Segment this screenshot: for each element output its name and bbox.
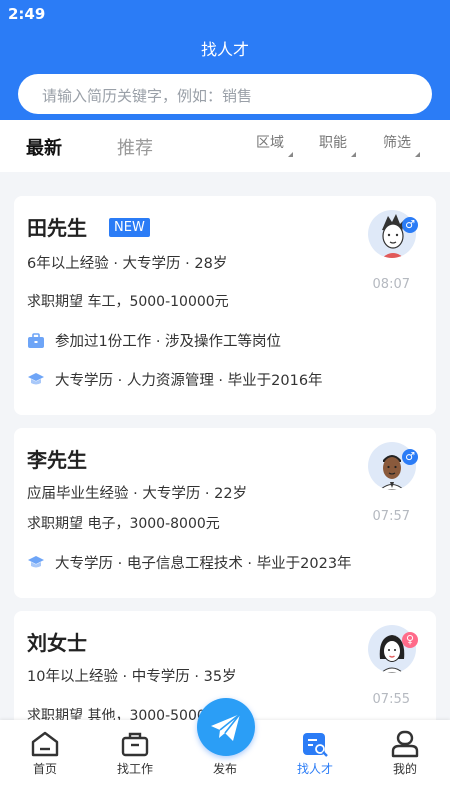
page-title: 找人才 [200, 40, 249, 59]
candidate-expectation: 求职期望 电子，3000-8000元 [27, 516, 220, 532]
work-text: 参加过1份工作 · 涉及操作工等岗位 [55, 334, 282, 350]
nav-home[interactable]: 首页 [0, 720, 90, 800]
candidate-card[interactable]: 李先生 应届毕业生经验 · 大专学历 · 22岁 求职期望 电子，3000-80… [14, 428, 436, 598]
briefcase-icon [28, 332, 44, 348]
triangle-icon [288, 152, 293, 157]
education-history: 大专学历 · 人力资源管理 · 毕业于2016年 [27, 369, 323, 390]
nav-find-talent-label: 找人才 [296, 762, 333, 776]
nav-find-talent[interactable]: 找人才 [270, 720, 360, 800]
filter-function[interactable]: 职能 [319, 132, 356, 157]
status-time: 2:49 [8, 5, 46, 23]
candidate-info: 6年以上经验 · 大专学历 · 28岁 [27, 256, 228, 272]
filter-screen-label: 筛选 [383, 135, 411, 151]
talent-search-icon [303, 733, 328, 757]
education-text: 大专学历 · 人力资源管理 · 毕业于2016年 [55, 373, 323, 389]
education-history: 大专学历 · 电子信息工程技术 · 毕业于2023年 [27, 552, 352, 573]
filter-function-label: 职能 [319, 135, 347, 151]
search-input[interactable]: 请输入简历关键字，例如：销售 [18, 74, 432, 114]
female-icon: ♀ [402, 632, 418, 648]
filter-area-label: 区域 [256, 135, 284, 151]
publish-button[interactable] [197, 698, 255, 756]
paper-plane-icon [211, 713, 241, 741]
candidate-name: 田先生 [27, 216, 87, 240]
candidate-info: 10年以上经验 · 中专学历 · 35岁 [27, 669, 237, 685]
nav-find-job[interactable]: 找工作 [90, 720, 180, 800]
new-badge: NEW [109, 218, 150, 237]
nav-mine[interactable]: 我的 [360, 720, 450, 800]
nav-home-label: 首页 [32, 762, 57, 776]
candidate-time: 07:57 [372, 509, 410, 524]
filter-screen[interactable]: 筛选 [383, 132, 420, 157]
candidate-name: 刘女士 [27, 631, 87, 655]
male-icon: ♂ [402, 217, 418, 233]
briefcase-icon [121, 732, 149, 757]
tab-recommend[interactable]: 推荐 [117, 134, 153, 160]
triangle-icon [415, 152, 420, 157]
candidate-time: 08:07 [372, 277, 410, 292]
candidate-name: 李先生 [27, 448, 87, 472]
graduation-cap-icon [28, 555, 44, 567]
tab-bar: 最新 推荐 区域 职能 筛选 [0, 120, 450, 172]
nav-mine-label: 我的 [392, 762, 417, 776]
nav-publish-label: 发布 [212, 762, 237, 776]
app-header: 2:49 找人才 请输入简历关键字，例如：销售 [0, 0, 450, 120]
work-history: 参加过1份工作 · 涉及操作工等岗位 [27, 330, 281, 351]
user-icon [391, 730, 419, 758]
candidate-card[interactable]: 田先生 NEW 6年以上经验 · 大专学历 · 28岁 求职期望 车工，5000… [14, 196, 436, 415]
tab-latest[interactable]: 最新 [26, 134, 62, 160]
male-icon: ♂ [402, 449, 418, 465]
candidate-info: 应届毕业生经验 · 大专学历 · 22岁 [27, 486, 248, 502]
graduation-cap-icon [28, 372, 44, 384]
candidate-time: 07:55 [372, 692, 410, 707]
education-text: 大专学历 · 电子信息工程技术 · 毕业于2023年 [55, 556, 352, 572]
candidate-expectation: 求职期望 车工，5000-10000元 [27, 294, 229, 310]
search-placeholder: 请输入简历关键字，例如：销售 [42, 87, 253, 105]
filter-area[interactable]: 区域 [256, 132, 293, 157]
home-icon [31, 731, 59, 757]
nav-find-job-label: 找工作 [116, 762, 153, 776]
triangle-icon [351, 152, 356, 157]
